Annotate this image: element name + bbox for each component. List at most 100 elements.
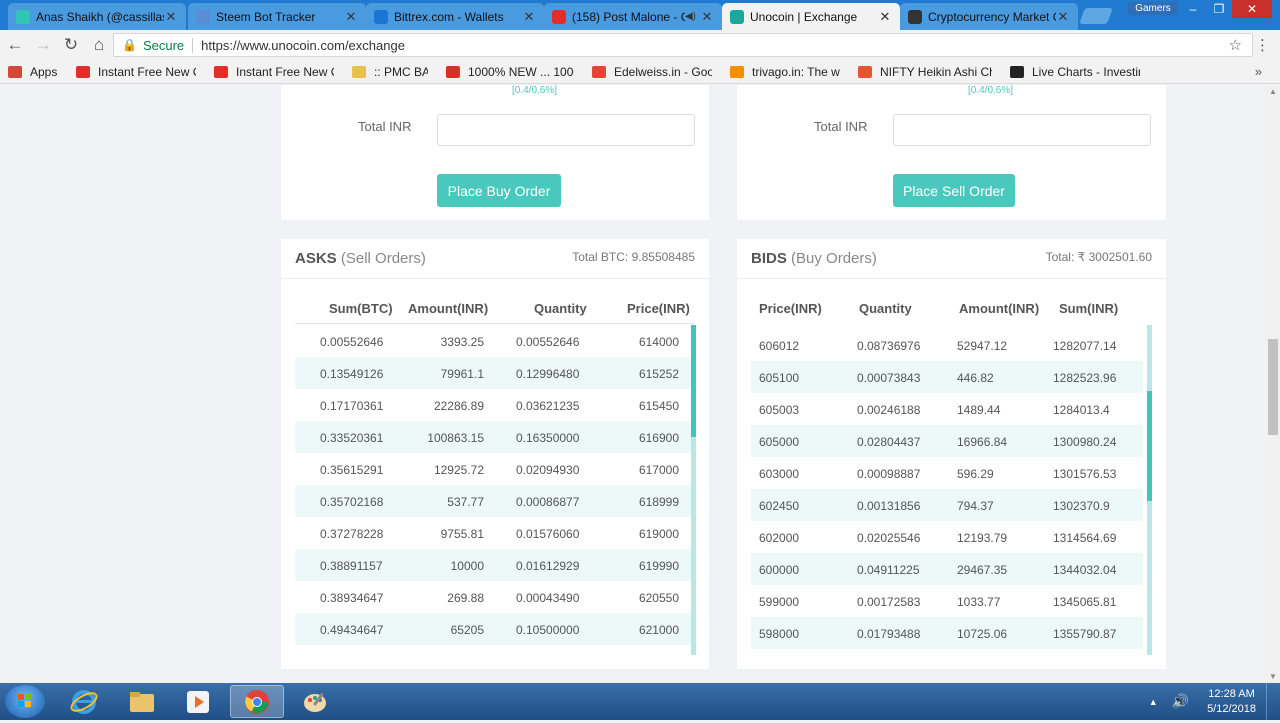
sell-total-input[interactable] bbox=[893, 114, 1151, 146]
close-tab-icon[interactable]: ✕ bbox=[344, 9, 358, 25]
bookmark-item[interactable]: Instant Free New Ca bbox=[206, 65, 334, 79]
asks-scrollbar[interactable] bbox=[691, 325, 696, 655]
investing-icon bbox=[1010, 65, 1024, 78]
bookmark-label: 1000% NEW ... 1000 bbox=[468, 64, 574, 79]
menu-icon[interactable]: ⋮ bbox=[1255, 36, 1270, 54]
asks-column-header[interactable]: Amount(INR) bbox=[408, 301, 488, 316]
bookmark-item[interactable]: Apps bbox=[0, 65, 58, 79]
chrome-taskbar-icon[interactable] bbox=[230, 685, 284, 718]
asks-scroll-thumb[interactable] bbox=[691, 325, 696, 437]
youtube-icon bbox=[76, 65, 90, 78]
bids-table-row[interactable]: 606012 0.08736976 52947.12 1282077.14 bbox=[751, 329, 1143, 361]
asks-table-row[interactable]: 0.35615291 12925.72 0.02094930 617000 bbox=[295, 453, 695, 485]
system-tray: ▲ 🔊 12:28 AM 5/12/2018 bbox=[1149, 683, 1280, 720]
media-player-icon[interactable] bbox=[171, 685, 225, 718]
place-sell-order-button[interactable]: Place Sell Order bbox=[893, 174, 1015, 207]
tab-audio-icon[interactable]: ◀) bbox=[685, 11, 696, 22]
asks-cell: 79961.1 bbox=[440, 367, 484, 381]
paint-icon[interactable] bbox=[288, 685, 342, 718]
asks-table-row[interactable]: 0.13549126 79961.1 0.12996480 615252 bbox=[295, 357, 695, 389]
start-button[interactable] bbox=[5, 685, 45, 718]
browser-tab[interactable]: Anas Shaikh (@cassillas5 ✕ bbox=[8, 3, 186, 30]
close-window-icon[interactable]: ✕ bbox=[1232, 0, 1272, 18]
bookmark-item[interactable]: NIFTY Heikin Ashi Ch bbox=[850, 65, 992, 79]
bids-table-row[interactable]: 605100 0.00073843 446.82 1282523.96 bbox=[751, 361, 1143, 393]
bids-table-row[interactable]: 600000 0.04911225 29467.35 1344032.04 bbox=[751, 553, 1143, 585]
asks-table-row[interactable]: 0.37278228 9755.81 0.01576060 619000 bbox=[295, 517, 695, 549]
file-explorer-icon[interactable] bbox=[115, 685, 169, 718]
maximize-icon[interactable]: ❐ bbox=[1206, 0, 1232, 18]
bids-column-header[interactable]: Price(INR) bbox=[759, 301, 822, 316]
bids-cell: 446.82 bbox=[957, 371, 994, 385]
minimize-icon[interactable]: – bbox=[1180, 0, 1206, 18]
close-tab-icon[interactable]: ✕ bbox=[878, 9, 892, 25]
asks-table-row[interactable]: 0.35702168 537.77 0.00086877 618999 bbox=[295, 485, 695, 517]
asks-cell: 617000 bbox=[638, 463, 679, 477]
bids-scrollbar[interactable] bbox=[1147, 325, 1152, 655]
chevron-right-icon[interactable]: » bbox=[1255, 64, 1262, 79]
asks-column-header[interactable]: Sum(BTC) bbox=[329, 301, 393, 316]
browser-tab[interactable]: Bittrex.com - Wallets ✕ bbox=[366, 3, 544, 30]
show-desktop-button[interactable] bbox=[1266, 683, 1280, 720]
close-tab-icon[interactable]: ✕ bbox=[164, 9, 178, 25]
browser-tab[interactable]: Unocoin | Exchange ✕ bbox=[722, 3, 900, 30]
profile-button[interactable]: Gamers bbox=[1128, 2, 1178, 15]
asks-cell: 0.00086877 bbox=[516, 495, 580, 509]
bids-table-row[interactable]: 605000 0.02804437 16966.84 1300980.24 bbox=[751, 425, 1143, 457]
bookmark-star-icon[interactable]: ☆ bbox=[1229, 36, 1242, 54]
page-scrollbar[interactable]: ▲ ▼ bbox=[1266, 85, 1280, 683]
bookmark-item[interactable]: trivago.in: The world bbox=[722, 65, 840, 79]
bids-table-row[interactable]: 602000 0.02025546 12193.79 1314564.69 bbox=[751, 521, 1143, 553]
volume-icon[interactable]: 🔊 bbox=[1172, 693, 1189, 710]
address-bar[interactable]: 🔒 Secure https://www.unocoin.com/exchang… bbox=[113, 33, 1253, 57]
home-icon[interactable]: ⌂ bbox=[86, 32, 112, 58]
bookmark-item[interactable]: :: PMC BANK :: bbox=[344, 65, 428, 79]
asks-table-row[interactable]: 0.49434647 65205 0.10500000 621000 bbox=[295, 613, 695, 645]
asks-column-header[interactable]: Quantity bbox=[534, 301, 587, 316]
browser-tab[interactable]: (158) Post Malone - C ◀) ✕ bbox=[544, 3, 722, 30]
bookmark-item[interactable]: 1000% NEW ... 1000 bbox=[438, 65, 574, 79]
bids-scroll-thumb[interactable] bbox=[1147, 391, 1152, 501]
bids-table-row[interactable]: 603000 0.00098887 596.29 1301576.53 bbox=[751, 457, 1143, 489]
asks-cell: 100863.15 bbox=[427, 431, 484, 445]
asks-table-row[interactable]: 0.33520361 100863.15 0.16350000 616900 bbox=[295, 421, 695, 453]
bookmark-label: Instant Free New Ca bbox=[236, 64, 334, 79]
bids-table-row[interactable]: 598000 0.01793488 10725.06 1355790.87 bbox=[751, 617, 1143, 649]
bookmark-item[interactable]: Live Charts - Investin bbox=[1002, 65, 1140, 79]
page-scroll-thumb[interactable] bbox=[1268, 339, 1278, 435]
reload-icon[interactable]: ↻ bbox=[58, 32, 84, 58]
new-tab-button[interactable] bbox=[1079, 8, 1113, 24]
asks-cell: 0.49434647 bbox=[320, 623, 384, 637]
asks-cell: 12925.72 bbox=[433, 463, 484, 477]
forward-icon[interactable]: → bbox=[30, 32, 56, 58]
bids-column-header[interactable]: Amount(INR) bbox=[959, 301, 1039, 316]
asks-column-header[interactable]: Price(INR) bbox=[627, 301, 690, 316]
asks-cell: 0.00552646 bbox=[320, 335, 384, 349]
asks-table-row[interactable]: 0.38891157 10000 0.01612929 619990 bbox=[295, 549, 695, 581]
bids-table-row[interactable]: 599000 0.00172583 1033.77 1345065.81 bbox=[751, 585, 1143, 617]
close-tab-icon[interactable]: ✕ bbox=[522, 9, 536, 25]
bids-column-header[interactable]: Quantity bbox=[859, 301, 912, 316]
browser-tab[interactable]: Steem Bot Tracker ✕ bbox=[188, 3, 366, 30]
url-text[interactable]: https://www.unocoin.com/exchange bbox=[201, 38, 405, 53]
close-tab-icon[interactable]: ✕ bbox=[1056, 9, 1070, 25]
clock[interactable]: 12:28 AM 5/12/2018 bbox=[1207, 687, 1256, 717]
bookmark-item[interactable]: Instant Free New Ca bbox=[68, 65, 196, 79]
bids-table-row[interactable]: 605003 0.00246188 1489.44 1284013.4 bbox=[751, 393, 1143, 425]
back-icon[interactable]: ← bbox=[2, 32, 28, 58]
asks-cell: 0.38891157 bbox=[320, 559, 383, 573]
buy-total-input[interactable] bbox=[437, 114, 695, 146]
close-tab-icon[interactable]: ✕ bbox=[700, 9, 714, 25]
scroll-down-icon[interactable]: ▼ bbox=[1269, 672, 1277, 681]
bids-column-header[interactable]: Sum(INR) bbox=[1059, 301, 1118, 316]
bookmark-item[interactable]: Edelweiss.in - Googl bbox=[584, 65, 712, 79]
browser-tab[interactable]: Cryptocurrency Market C ✕ bbox=[900, 3, 1078, 30]
show-hidden-icons-icon[interactable]: ▲ bbox=[1149, 697, 1158, 707]
asks-table-row[interactable]: 0.17170361 22286.89 0.03621235 615450 bbox=[295, 389, 695, 421]
place-buy-order-button[interactable]: Place Buy Order bbox=[437, 174, 561, 207]
asks-table-row[interactable]: 0.00552646 3393.25 0.00552646 614000 bbox=[295, 325, 695, 357]
asks-table-row[interactable]: 0.38934647 269.88 0.00043490 620550 bbox=[295, 581, 695, 613]
bids-table-row[interactable]: 602450 0.00131856 794.37 1302370.9 bbox=[751, 489, 1143, 521]
scroll-up-icon[interactable]: ▲ bbox=[1269, 87, 1277, 96]
internet-explorer-icon[interactable] bbox=[57, 685, 111, 718]
